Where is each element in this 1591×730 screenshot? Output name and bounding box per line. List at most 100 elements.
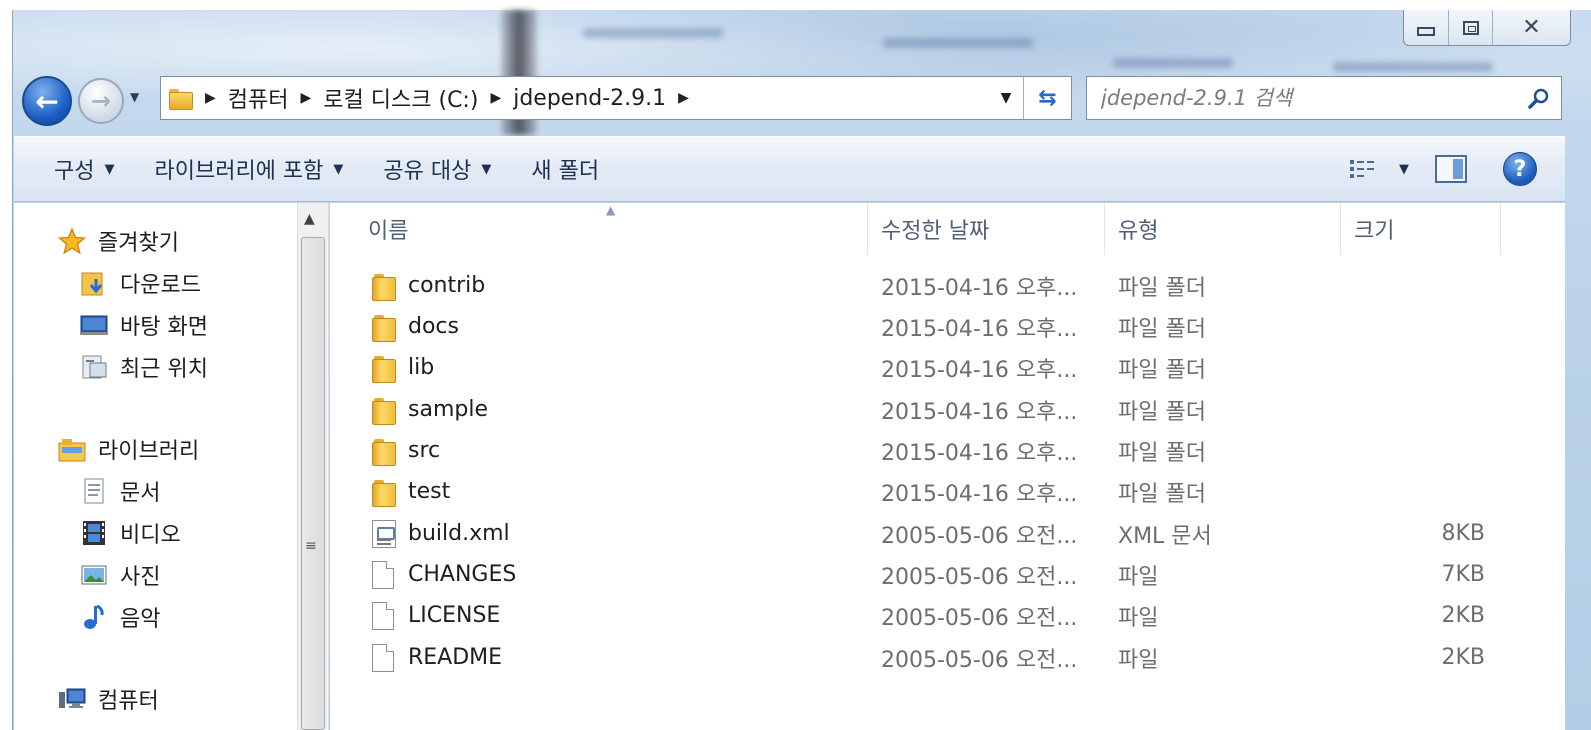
nav-videos-label: 비디오 <box>120 523 181 548</box>
organize-menu[interactable]: 구성 ▼ <box>54 153 114 185</box>
file-row[interactable]: test 2015-04-16 오후... 파일 폴더 <box>330 471 1565 512</box>
file-name: test <box>408 479 451 504</box>
help-icon[interactable]: ? <box>1503 152 1537 186</box>
include-in-library-menu[interactable]: 라이브러리에 포함 ▼ <box>154 153 343 185</box>
column-divider[interactable] <box>867 203 868 255</box>
caption-buttons: ✕ <box>1403 10 1571 46</box>
file-type: 파일 폴더 <box>1118 357 1206 383</box>
address-history-dropdown[interactable]: ▼ <box>989 77 1023 119</box>
new-folder-label: 새 폴더 <box>531 159 600 184</box>
column-header-modified-label: 수정한 날짜 <box>881 219 990 244</box>
scrollbar-grip-icon: ≡ <box>305 538 317 554</box>
nav-recent-places[interactable]: 최근 위치 <box>80 351 208 383</box>
column-header-type-label: 유형 <box>1118 219 1159 244</box>
back-arrow-icon: ← <box>35 84 59 118</box>
nav-computer[interactable]: 컴퓨터 <box>58 683 159 715</box>
column-divider[interactable] <box>1104 203 1105 255</box>
address-bar[interactable]: ▶ 컴퓨터 ▶ 로컬 디스크 (C:) ▶ jdepend-2.9.1 ▶ ▼ … <box>160 76 1072 120</box>
nav-downloads[interactable]: 다운로드 <box>80 267 201 299</box>
file-row[interactable]: build.xml 2005-05-06 오전... XML 문서 8KB <box>330 513 1565 554</box>
view-options-dropdown[interactable]: ▼ <box>1399 162 1409 177</box>
search-box[interactable] <box>1086 76 1562 120</box>
share-with-label: 공유 대상 <box>383 159 472 184</box>
scroll-up-arrow-icon[interactable]: ▲ <box>304 211 315 227</box>
column-header-name[interactable]: 이름 <box>368 203 408 255</box>
chevron-down-icon: ▼ <box>333 161 344 177</box>
file-size: 2KB <box>1441 645 1485 670</box>
folder-icon <box>370 272 396 301</box>
close-button[interactable]: ✕ <box>1492 10 1570 45</box>
folder-icon <box>169 87 193 110</box>
file-name: src <box>408 438 441 463</box>
breadcrumb-jdepend[interactable]: jdepend-2.9.1 <box>513 86 666 111</box>
desktop-icon <box>80 311 108 339</box>
folder-icon <box>370 478 396 507</box>
file-row[interactable]: src 2015-04-16 오후... 파일 폴더 <box>330 430 1565 471</box>
new-folder-button[interactable]: 새 폴더 <box>531 153 599 185</box>
change-view-button[interactable] <box>1349 157 1383 181</box>
file-modified: 2015-04-16 오후... <box>881 275 1078 301</box>
file-modified: 2015-04-16 오후... <box>881 399 1078 425</box>
file-modified: 2015-04-16 오후... <box>881 357 1078 383</box>
nav-libraries-label: 라이브러리 <box>98 439 200 464</box>
file-modified: 2015-04-16 오후... <box>881 481 1078 507</box>
file-row[interactable]: contrib 2015-04-16 오후... 파일 폴더 <box>330 265 1565 306</box>
nav-music[interactable]: 음악 <box>80 601 160 633</box>
search-icon[interactable] <box>1527 87 1551 111</box>
include-in-library-label: 라이브러리에 포함 <box>154 159 324 184</box>
recent-pages-dropdown[interactable]: ▼ <box>130 90 139 104</box>
minimize-button[interactable] <box>1404 10 1448 45</box>
forward-arrow-icon: → <box>90 87 112 115</box>
forward-button[interactable]: → <box>78 78 124 124</box>
file-modified: 2005-05-06 오전... <box>881 523 1078 549</box>
file-row[interactable]: sample 2015-04-16 오후... 파일 폴더 <box>330 389 1565 430</box>
breadcrumb-local-disk[interactable]: 로컬 디스크 (C:) <box>323 82 478 114</box>
nav-libraries[interactable]: 라이브러리 <box>58 433 199 465</box>
navigation-pane: 즐겨찾기 다운로드 바탕 화면 최근 위치 라이브러리 문서 비디오 사진 음악… <box>14 203 297 730</box>
video-film-icon <box>80 519 108 547</box>
chevron-right-icon[interactable]: ▶ <box>301 90 312 106</box>
background-blur <box>583 28 723 38</box>
column-header-modified[interactable]: 수정한 날짜 <box>881 203 989 255</box>
nav-documents-label: 문서 <box>120 481 161 506</box>
back-button[interactable]: ← <box>22 76 72 126</box>
column-header-size-label: 크기 <box>1354 219 1395 244</box>
file-size: 7KB <box>1441 562 1485 587</box>
column-divider[interactable] <box>1340 203 1341 255</box>
chevron-right-icon[interactable]: ▶ <box>205 90 216 106</box>
file-type: 파일 폴더 <box>1118 440 1206 466</box>
maximize-button[interactable] <box>1448 10 1492 45</box>
refresh-button[interactable]: ⇆ <box>1023 77 1071 119</box>
background-blur <box>1333 62 1493 72</box>
preview-pane-button[interactable] <box>1435 155 1467 183</box>
file-row[interactable]: LICENSE 2005-05-06 오전... 파일 2KB <box>330 595 1565 636</box>
breadcrumb-computer[interactable]: 컴퓨터 <box>228 82 289 114</box>
file-name: sample <box>408 397 488 422</box>
share-with-menu[interactable]: 공유 대상 ▼ <box>383 153 491 185</box>
nav-downloads-label: 다운로드 <box>120 273 201 298</box>
column-header-size[interactable]: 크기 <box>1354 203 1394 255</box>
nav-pictures[interactable]: 사진 <box>80 559 160 591</box>
view-list-icon <box>1350 160 1374 178</box>
column-header-type[interactable]: 유형 <box>1118 203 1158 255</box>
scrollbar-thumb[interactable] <box>301 237 325 730</box>
picture-icon <box>80 561 108 589</box>
file-row[interactable]: README 2005-05-06 오전... 파일 2KB <box>330 637 1565 678</box>
aero-background <box>13 10 1591 140</box>
file-row[interactable]: docs 2015-04-16 오후... 파일 폴더 <box>330 306 1565 347</box>
chevron-right-icon[interactable]: ▶ <box>678 90 689 106</box>
nav-videos[interactable]: 비디오 <box>80 517 181 549</box>
music-note-icon <box>80 603 108 631</box>
search-input[interactable] <box>1101 86 1501 110</box>
file-row[interactable]: CHANGES 2005-05-06 오전... 파일 7KB <box>330 554 1565 595</box>
nav-documents[interactable]: 문서 <box>80 475 160 507</box>
chevron-right-icon[interactable]: ▶ <box>490 90 501 106</box>
column-divider[interactable] <box>1500 203 1501 255</box>
column-header-name-label: 이름 <box>368 219 409 244</box>
nav-favorites[interactable]: 즐겨찾기 <box>57 225 179 257</box>
xml-file-icon <box>372 519 396 548</box>
file-name: README <box>408 645 503 670</box>
nav-desktop[interactable]: 바탕 화면 <box>80 309 208 341</box>
file-row[interactable]: lib 2015-04-16 오후... 파일 폴더 <box>330 347 1565 388</box>
navigation-scrollbar[interactable]: ▲ ≡ <box>297 203 329 730</box>
